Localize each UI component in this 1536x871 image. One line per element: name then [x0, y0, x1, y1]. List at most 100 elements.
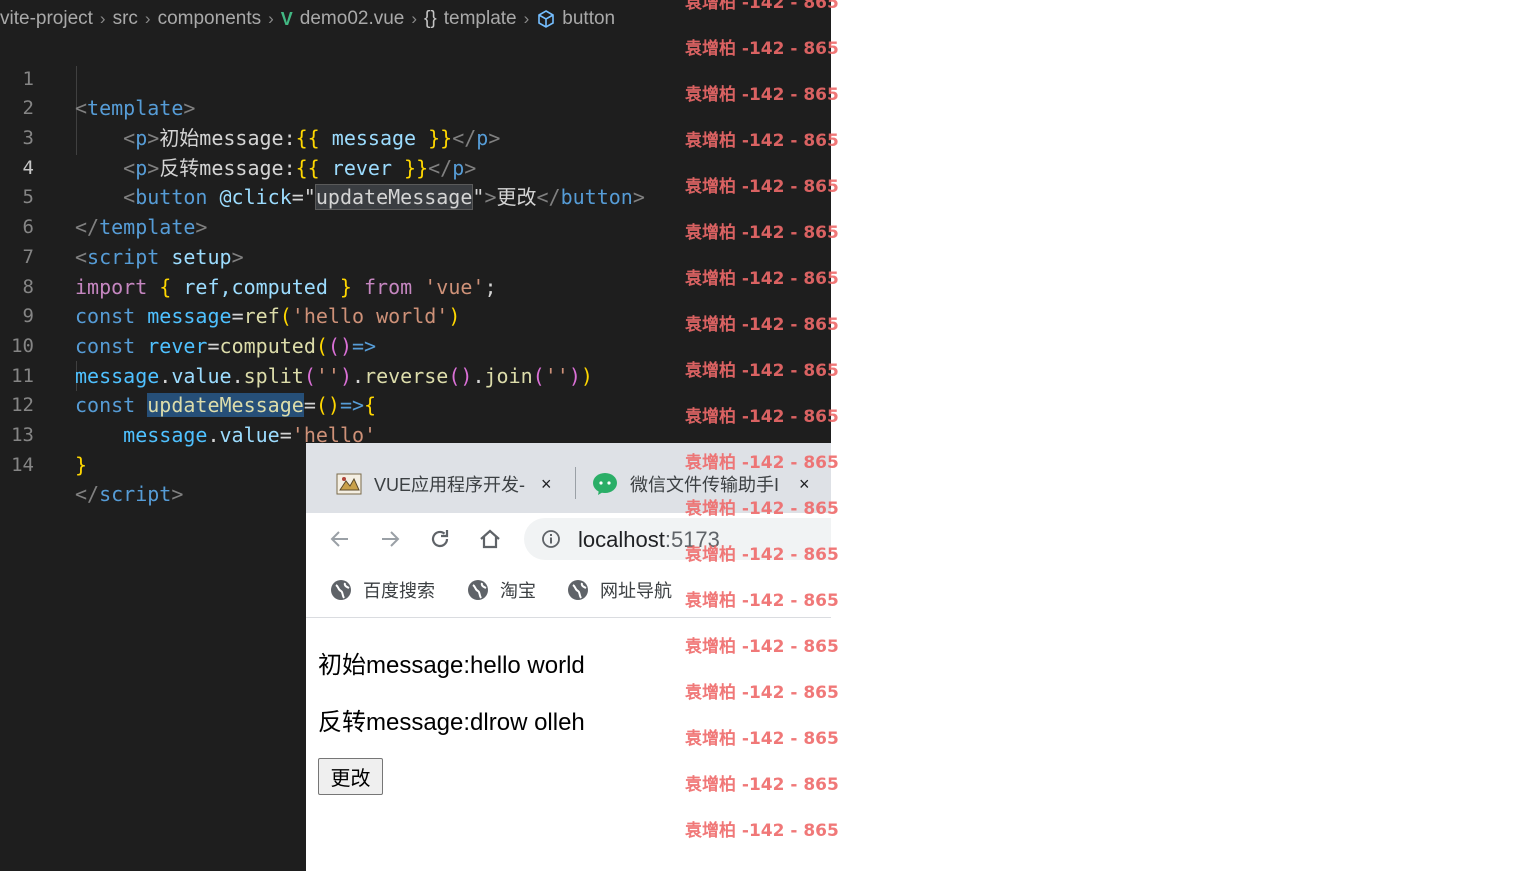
attribute-name: setup: [171, 244, 232, 269]
bookmark-label: 百度搜索: [363, 581, 435, 601]
home-icon: [480, 529, 500, 549]
highlighted-symbol: updateMessage: [314, 184, 474, 211]
attribute-name: @click: [219, 185, 292, 210]
change-button[interactable]: 更改: [318, 758, 383, 795]
cube-icon: [536, 9, 556, 29]
watermark-text: 袁增柏 -142 - 865: [685, 499, 839, 519]
variable: message: [123, 422, 208, 447]
code-text: 初始message:: [159, 126, 296, 151]
breadcrumb-item-src[interactable]: src: [113, 8, 138, 30]
watermark-text: 袁增柏 -142 - 865: [685, 177, 839, 197]
code-line[interactable]: 13 }: [0, 391, 87, 477]
info-icon[interactable]: [541, 529, 561, 549]
watermark-text: 袁增柏 -142 - 865: [685, 545, 839, 565]
code-line[interactable]: 5 </template>: [0, 154, 208, 239]
string-literal: 'hello world': [291, 304, 449, 329]
tag-name: template: [99, 215, 196, 240]
highlighted-symbol: updateMessage: [147, 393, 304, 418]
keyword: from: [364, 274, 413, 299]
reload-icon: [431, 530, 449, 548]
home-button[interactable]: [476, 525, 504, 553]
breadcrumb-item-project[interactable]: vite-project: [0, 8, 93, 30]
function-name: reverse: [364, 363, 449, 388]
reversed-message-text: 反转message:dlrow olleh: [318, 709, 585, 736]
breadcrumb-item-file[interactable]: demo02.vue: [300, 8, 405, 30]
property: value: [171, 363, 232, 388]
keyword: const: [75, 393, 136, 418]
variable: message: [75, 363, 160, 388]
tag-name: button: [135, 185, 208, 210]
code-line[interactable]: 9 const rever=computed(()=>: [0, 273, 377, 358]
bookmark-hao123[interactable]: 网址导航: [567, 577, 672, 603]
code-line[interactable]: 7 import { ref,computed } from 'vue';: [0, 213, 497, 299]
bookmark-label: 淘宝: [500, 581, 536, 601]
keyword: import: [75, 274, 148, 299]
string-literal: '': [544, 363, 569, 388]
code-line[interactable]: 1 <template>: [0, 35, 196, 121]
code-text: 反转message:: [159, 155, 296, 180]
function-name: split: [243, 363, 304, 388]
tag-name: script: [99, 482, 172, 507]
tab-title: VUE应用程序开发-: [374, 475, 526, 495]
chevron-right-icon: ›: [268, 9, 274, 28]
code-line[interactable]: 10 message.value.split('').reverse().joi…: [0, 302, 593, 388]
bookmark-baidu[interactable]: 百度搜索: [330, 577, 435, 603]
arrow-right-icon: [382, 531, 400, 547]
tag-name: script: [87, 244, 160, 269]
braces-icon: {}: [424, 8, 437, 29]
watermark-text: 袁增柏 -142 - 865: [685, 0, 839, 13]
breadcrumb: vite-project › src › components › V demo…: [0, 4, 615, 34]
globe-icon: [567, 579, 589, 601]
tag-name: button: [560, 185, 633, 210]
watermark-text: 袁增柏 -142 - 865: [685, 591, 839, 611]
code-line[interactable]: 3 <p>反转message:{{ rever }}</p>: [0, 94, 477, 180]
tag-name: p: [452, 155, 465, 180]
back-button[interactable]: [326, 525, 354, 553]
watermark-text: 袁增柏 -142 - 865: [685, 821, 839, 841]
close-tab-icon[interactable]: ×: [541, 474, 552, 495]
line-number: 14: [11, 453, 34, 476]
mustache-close: }}: [404, 155, 429, 180]
watermark-text: 袁增柏 -142 - 865: [685, 85, 839, 105]
watermark-text: 袁增柏 -142 - 865: [685, 39, 839, 59]
close-tab-icon[interactable]: ×: [799, 474, 810, 495]
code-area[interactable]: 1 <template> 2 <p>初始message:{{ message }…: [0, 35, 645, 507]
code-line-active[interactable]: 4 <button @click="updateMessage">更改</but…: [0, 124, 645, 211]
code-line[interactable]: 14 </script>: [0, 421, 183, 507]
code-line[interactable]: 2 <p>初始message:{{ message }}</p>: [0, 65, 501, 150]
code-line[interactable]: 8 const message=ref('hello world'): [0, 243, 461, 329]
breadcrumb-item-template[interactable]: template: [444, 8, 517, 30]
watermark-text: 袁增柏 -142 - 865: [685, 453, 839, 473]
tag-name: p: [135, 155, 148, 180]
tag-name: p: [476, 126, 489, 151]
chevron-right-icon: ›: [523, 9, 530, 28]
code-line[interactable]: 11 const updateMessage=()=>{: [0, 332, 376, 418]
breadcrumb-item-components[interactable]: components: [158, 8, 262, 30]
keyword: const: [75, 333, 136, 358]
wechat-icon: [592, 472, 618, 496]
function-name: join: [484, 363, 533, 388]
function-name: computed: [219, 333, 316, 358]
watermark-text: 袁增柏 -142 - 865: [685, 683, 839, 703]
globe-icon: [330, 579, 352, 601]
code-expression: rever: [319, 155, 405, 180]
code-text: 更改: [496, 185, 537, 210]
tab-title: 微信文件传输助手I: [630, 475, 780, 495]
code-line[interactable]: 12 message.value='hello': [0, 362, 376, 447]
tab-divider: [575, 467, 576, 499]
forward-button[interactable]: [376, 525, 404, 553]
watermark-text: 袁增柏 -142 - 865: [685, 775, 839, 795]
watermark-text: 袁增柏 -142 - 865: [685, 637, 839, 657]
mustache-open: {{: [295, 155, 320, 180]
code-line[interactable]: 6 <script setup>: [0, 183, 244, 269]
code-expression: message: [319, 126, 429, 151]
tab-vue-app[interactable]: VUE应用程序开发- ×: [336, 467, 566, 501]
function-name: ref: [243, 304, 280, 329]
bookmark-label: 网址导航: [600, 581, 672, 601]
reload-button[interactable]: [426, 525, 454, 553]
bookmark-taobao[interactable]: 淘宝: [467, 577, 536, 603]
variable: message: [147, 304, 232, 329]
string-literal: '': [315, 363, 340, 388]
tag-name: template: [87, 96, 184, 121]
breadcrumb-item-button[interactable]: button: [562, 8, 615, 30]
